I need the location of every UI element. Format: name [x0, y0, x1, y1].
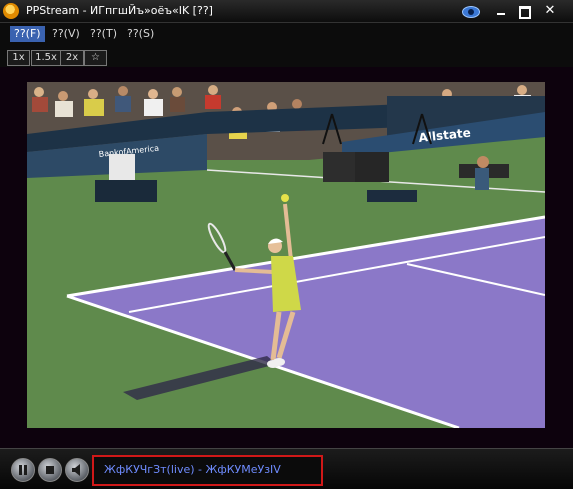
close-button[interactable]: ✕	[540, 3, 560, 19]
ppstream-logo-icon	[3, 3, 19, 19]
maximize-button[interactable]	[514, 3, 534, 19]
stop-button[interactable]	[38, 458, 62, 482]
menu-view[interactable]: ??(V)	[48, 26, 84, 42]
close-icon: ✕	[544, 3, 556, 18]
speed-toolbar: 1x 1.5x 2x ☆	[0, 45, 573, 67]
channel-status-text: ЖфКУЧгЗт(live) - ЖфКУМeУзIV	[104, 463, 281, 476]
menu-file[interactable]: ??(F)	[10, 26, 45, 42]
speed-1x-button[interactable]: 1x	[7, 50, 30, 66]
speed-2x-button[interactable]: 2x	[60, 50, 84, 66]
video-frame[interactable]: Allstate BankofAmerica	[27, 82, 545, 428]
pause-button[interactable]	[11, 458, 35, 482]
pause-icon	[19, 465, 27, 475]
star-icon: ☆	[91, 52, 100, 63]
channel-status-box: ЖфКУЧгЗт(live) - ЖфКУМeУзIV	[92, 455, 323, 486]
stop-icon	[46, 466, 54, 474]
window-title: PPStream - ИГпгшЙъ»оёъ«IK [??]	[26, 4, 213, 17]
menu-bar: ??(F) ??(V) ??(T) ??(S)	[0, 23, 573, 45]
speed-1-5x-button[interactable]: 1.5x	[31, 50, 61, 66]
title-bar: PPStream - ИГпгшЙъ»оёъ«IK [??] ✕	[0, 0, 573, 23]
menu-settings[interactable]: ??(S)	[123, 26, 158, 42]
control-bar: ЖфКУЧгЗт(live) - ЖфКУМeУзIV	[0, 448, 573, 489]
minimize-button[interactable]	[491, 3, 511, 19]
volume-button[interactable]	[65, 458, 89, 482]
tennis-scene: Allstate BankofAmerica	[27, 82, 545, 428]
watch-mode-button[interactable]	[457, 3, 483, 19]
minimize-icon	[497, 13, 505, 15]
pin-on-top-button[interactable]: ☆	[84, 50, 107, 66]
eye-icon	[462, 6, 480, 18]
menu-tools[interactable]: ??(T)	[86, 26, 121, 42]
volume-icon	[72, 464, 80, 476]
maximize-icon	[519, 6, 531, 19]
